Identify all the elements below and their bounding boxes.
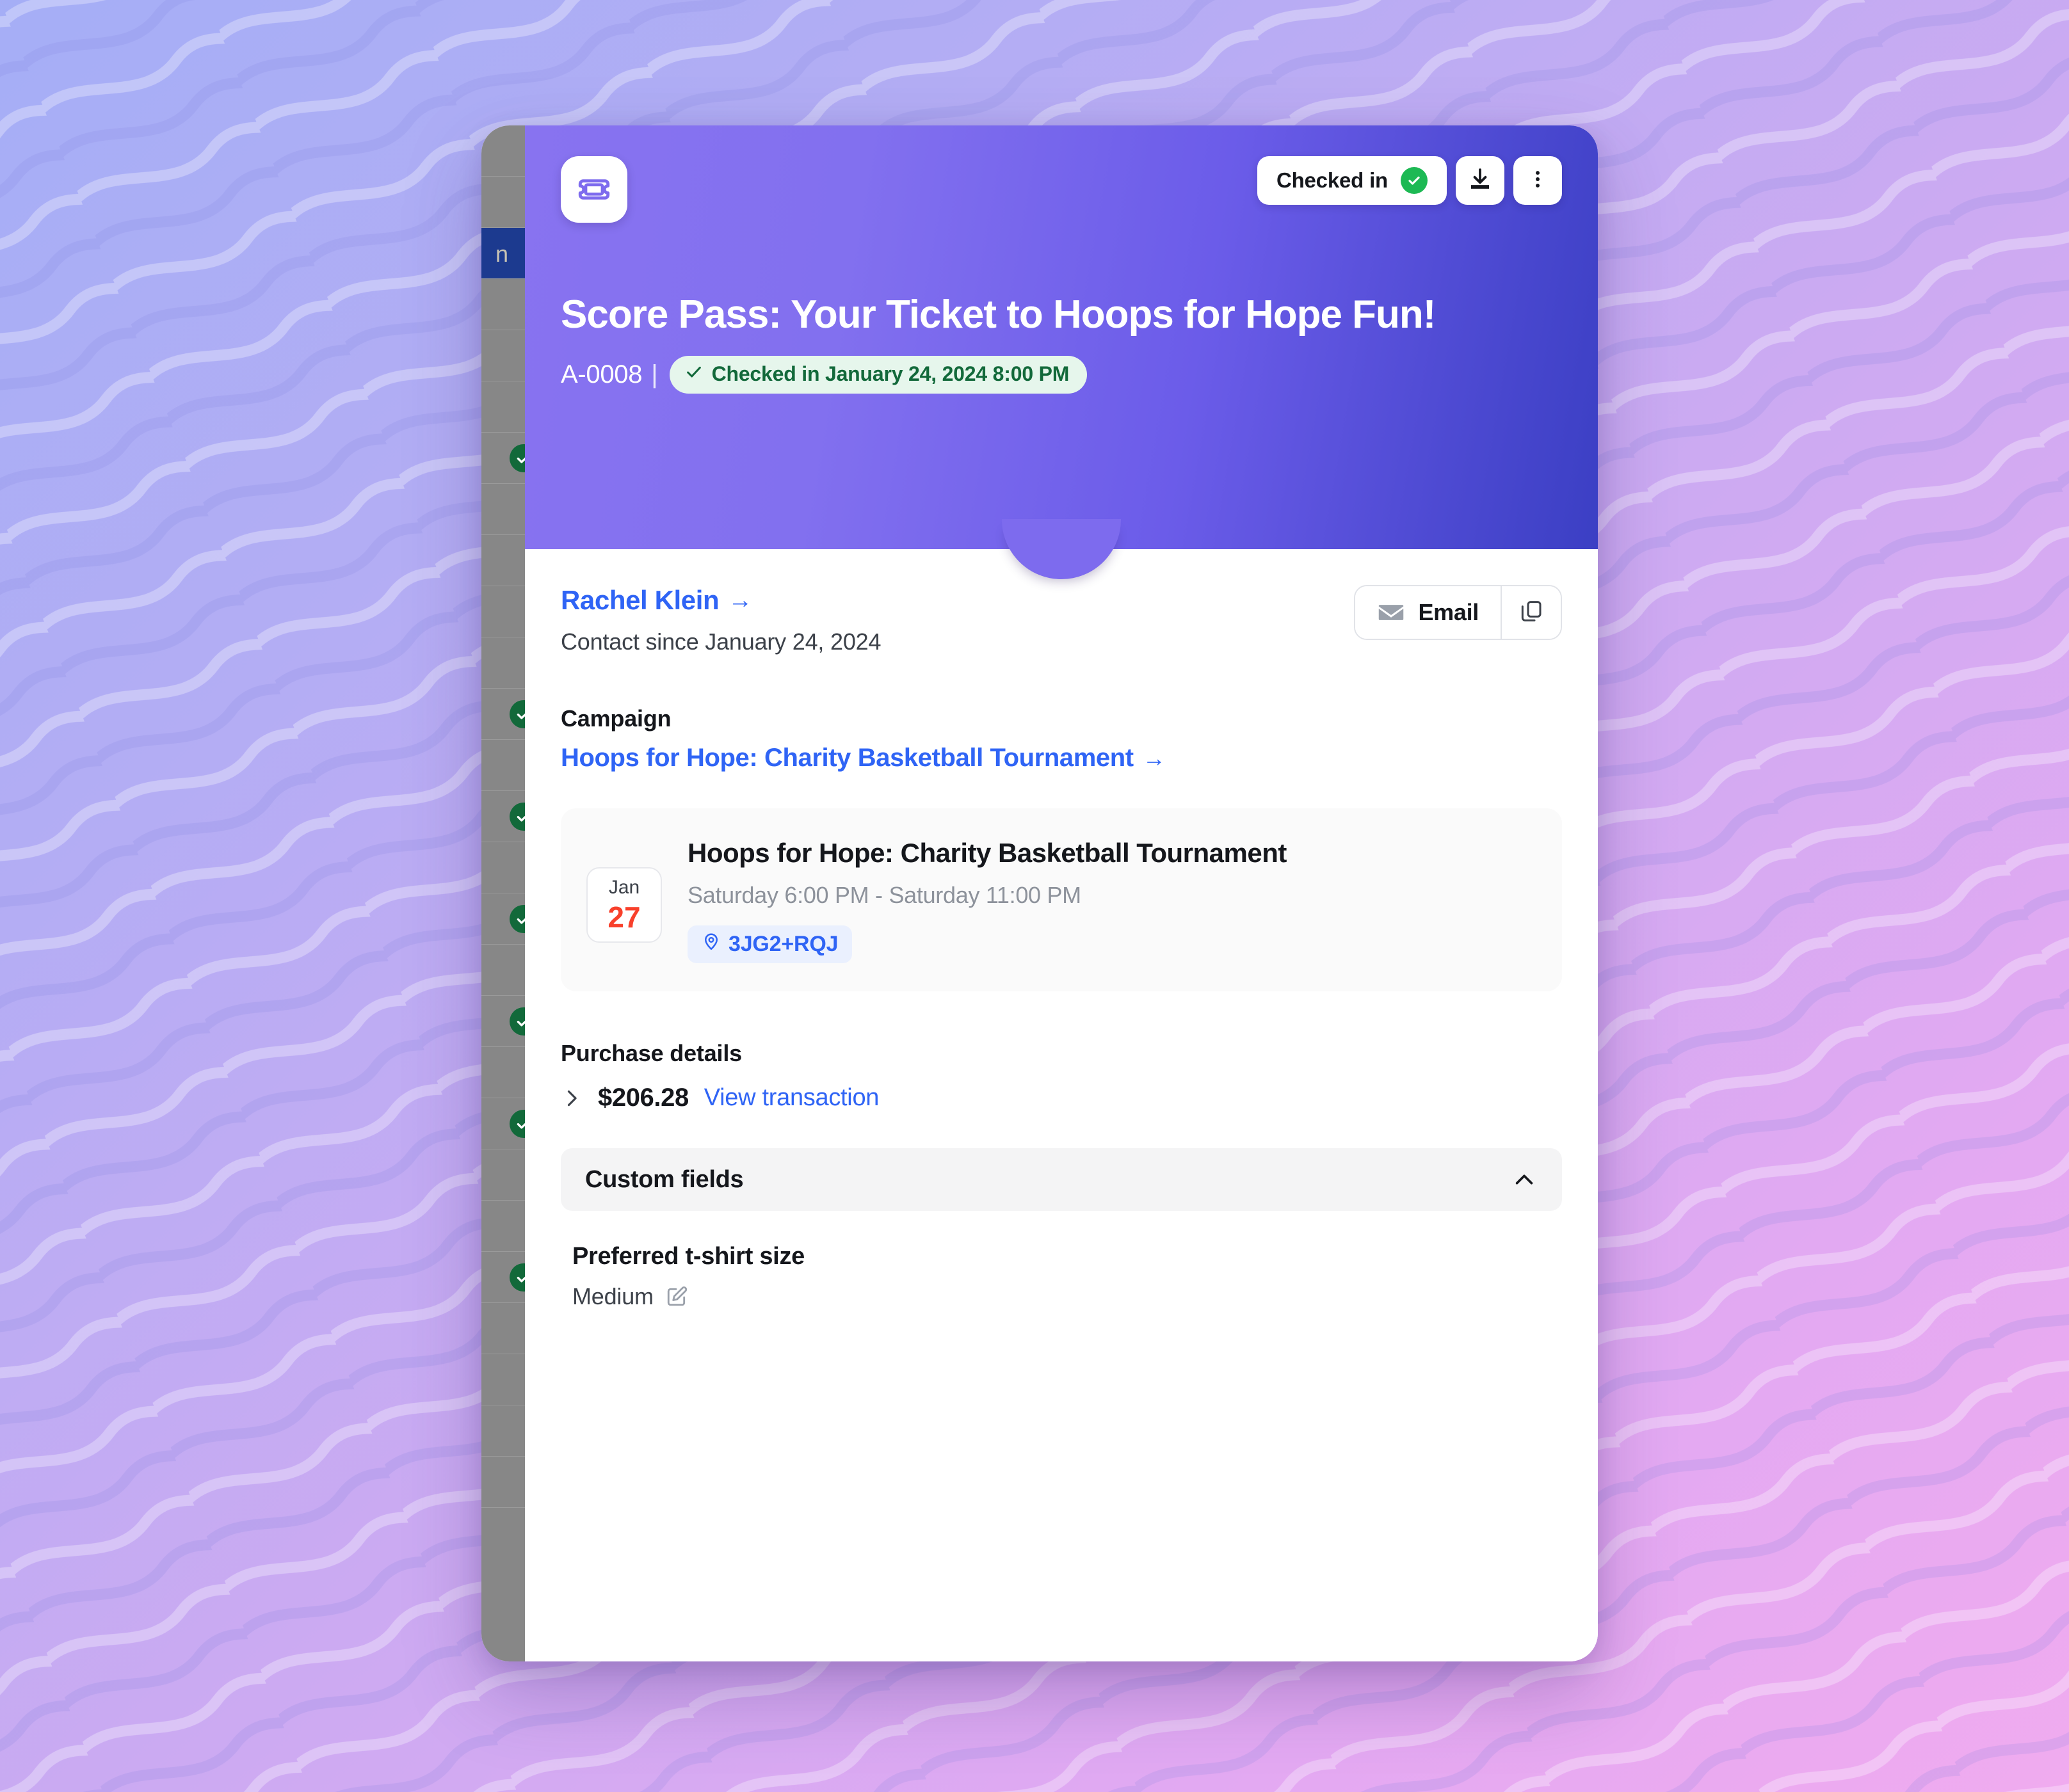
map-pin-icon [702, 932, 721, 957]
download-icon [1467, 166, 1493, 196]
contact-name-text: Rachel Klein [561, 585, 720, 615]
table-row [481, 330, 525, 381]
ticket-icon [561, 156, 627, 223]
table-row [481, 1354, 525, 1405]
event-time: Saturday 6:00 PM - Saturday 11:00 PM [688, 882, 1081, 909]
page-title: Score Pass: Your Ticket to Hoops for Hop… [561, 292, 1436, 337]
ticket-detail-panel: Checked in Score Pass: Your Ticket to Ho… [525, 125, 1598, 1661]
event-info: Hoops for Hope: Charity Basketball Tourn… [688, 836, 1534, 964]
contact-since-text: Contact since January 24, 2024 [561, 628, 882, 655]
envelope-icon [1377, 598, 1405, 627]
table-row [481, 893, 525, 945]
event-month: Jan [608, 877, 640, 898]
table-row [481, 1201, 525, 1252]
backdrop-table: n [481, 125, 525, 1661]
table-row [481, 177, 525, 228]
arrow-right-icon: → [728, 586, 752, 614]
edit-pencil-icon[interactable] [665, 1285, 688, 1308]
email-button-label: Email [1418, 599, 1479, 625]
event-card[interactable]: Jan 27 Hoops for Hope: Charity Basketbal… [561, 808, 1562, 992]
check-circle-icon [510, 1109, 525, 1138]
more-options-button[interactable] [1513, 156, 1562, 205]
status-badge: Checked in January 24, 2024 8:00 PM [669, 355, 1088, 394]
kebab-menu-icon [1527, 168, 1549, 193]
table-row [481, 1149, 525, 1201]
table-row [481, 1098, 525, 1149]
table-row-selected: n [481, 228, 525, 279]
check-circle-icon [510, 1007, 525, 1036]
event-location-chip[interactable]: 3JG2+RQJ [688, 925, 853, 964]
table-row [481, 689, 525, 740]
custom-fields-title: Custom fields [585, 1165, 744, 1193]
panel-header: Checked in Score Pass: Your Ticket to Ho… [525, 125, 1598, 579]
view-transaction-link[interactable]: View transaction [704, 1084, 880, 1112]
table-row [481, 279, 525, 330]
copy-button[interactable] [1501, 586, 1561, 639]
custom-fields-accordion-header[interactable]: Custom fields [561, 1148, 1562, 1212]
table-row [481, 535, 525, 586]
contact-section: Rachel Klein → Contact since January 24,… [561, 585, 1562, 655]
contact-name-link[interactable]: Rachel Klein → [561, 585, 752, 616]
panel-body: Rachel Klein → Contact since January 24,… [525, 549, 1598, 1310]
table-row [481, 1047, 525, 1098]
ticket-meta-row: A-0008 | Checked in January 24, 2024 8:0… [561, 355, 1562, 394]
campaign-link[interactable]: Hoops for Hope: Charity Basketball Tourn… [561, 744, 1166, 772]
check-circle-icon [510, 700, 525, 728]
purchase-amount: $206.28 [598, 1084, 689, 1112]
table-row [481, 586, 525, 637]
event-day: 27 [608, 900, 641, 934]
event-date-tile: Jan 27 [586, 867, 662, 943]
checked-in-label: Checked in [1276, 168, 1388, 192]
event-title: Hoops for Hope: Charity Basketball Tourn… [688, 838, 1287, 868]
header-toolbar: Checked in [561, 156, 1562, 223]
table-row [481, 842, 525, 893]
status-badge-label: Checked in January 24, 2024 8:00 PM [711, 362, 1070, 385]
arrow-right-icon: → [1142, 744, 1166, 771]
check-icon [685, 362, 703, 386]
check-circle-icon [1401, 167, 1428, 194]
campaign-link-text: Hoops for Hope: Charity Basketball Tourn… [561, 744, 1134, 772]
custom-field-name: Preferred t-shirt size [572, 1243, 805, 1270]
email-action-group: Email [1354, 585, 1562, 640]
check-circle-icon [510, 1263, 525, 1292]
email-button[interactable]: Email [1355, 586, 1501, 639]
check-circle-icon [510, 904, 525, 933]
table-row [481, 1252, 525, 1303]
download-button[interactable] [1456, 156, 1504, 205]
meta-divider: | [651, 360, 658, 388]
table-row [481, 740, 525, 791]
table-row [481, 125, 525, 177]
table-row [481, 791, 525, 842]
custom-field-item: Preferred t-shirt size Medium [561, 1243, 1562, 1310]
event-location-code: 3JG2+RQJ [729, 932, 839, 957]
copy-icon [1518, 598, 1544, 627]
chevron-right-icon[interactable] [561, 1087, 583, 1109]
table-row [481, 1303, 525, 1354]
table-row [481, 945, 525, 996]
ticket-code: A-0008 [561, 360, 643, 388]
table-row [481, 433, 525, 484]
custom-field-value-row: Medium [572, 1283, 1562, 1310]
purchase-details-label: Purchase details [561, 1040, 742, 1067]
campaign-label: Campaign [561, 705, 672, 732]
backdrop-row-label: n [495, 241, 510, 267]
custom-field-value: Medium [572, 1283, 654, 1310]
contact-info: Rachel Klein → Contact since January 24,… [561, 585, 882, 655]
check-circle-icon [510, 444, 525, 472]
table-row [481, 381, 525, 433]
table-row [481, 637, 525, 689]
table-row [481, 484, 525, 535]
app-window: n Checked in Score Pass: Your Ticket to … [481, 125, 1598, 1661]
purchase-row[interactable]: $206.28 View transaction [561, 1084, 1562, 1112]
table-row [481, 1405, 525, 1457]
chevron-up-icon[interactable] [1512, 1167, 1536, 1192]
table-row [481, 1457, 525, 1508]
header-actions: Checked in [1257, 156, 1562, 205]
table-row [481, 996, 525, 1047]
check-circle-icon [510, 802, 525, 831]
checked-in-status-button[interactable]: Checked in [1257, 156, 1447, 205]
